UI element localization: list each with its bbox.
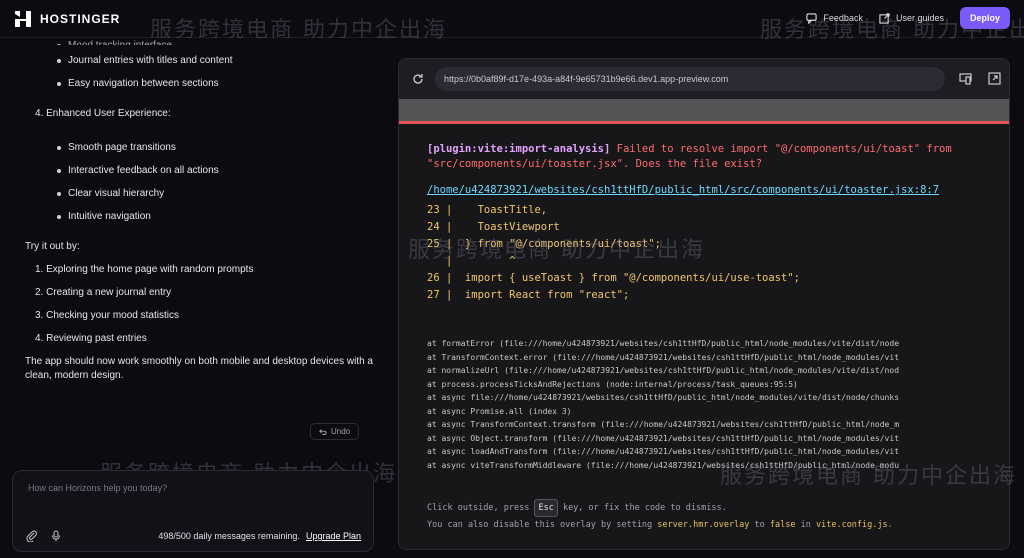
tip-text: Click outside, press xyxy=(427,503,535,513)
error-plugin: [plugin:vite:import-analysis] xyxy=(427,143,611,155)
chat-bubble-icon xyxy=(806,12,818,24)
list-item: Clear visual hierarchy xyxy=(25,187,375,201)
user-guides-label: User guides xyxy=(895,13,944,23)
tip-text: . xyxy=(887,520,893,530)
list-item: Smooth page transitions xyxy=(25,141,375,155)
code-token: server.hmr.overlay xyxy=(657,520,750,530)
deploy-button[interactable]: Deploy xyxy=(959,7,1010,29)
code-token: vite.config.js xyxy=(815,520,888,530)
stack-line: at async TransformContext.transform (fil… xyxy=(427,420,900,429)
microphone-button[interactable] xyxy=(49,529,63,543)
error-tip: Click outside, press Esc key, or fix the… xyxy=(427,499,893,533)
undo-button[interactable]: Undo xyxy=(310,423,360,440)
microphone-icon xyxy=(51,530,61,541)
open-new-window-icon[interactable] xyxy=(988,72,1001,85)
cut-off-line: Mood tracking interface xyxy=(25,39,375,45)
stack-line: at async loadAndTransform (file:///home/… xyxy=(427,447,900,456)
chat-panel: Mood tracking interface Journal entries … xyxy=(0,38,395,558)
stack-line: at formatError (file:///home/u424873921/… xyxy=(427,339,900,348)
prompt-input-placeholder: How can Horizons help you today? xyxy=(28,483,168,493)
section-heading: 4. Enhanced User Experience: xyxy=(35,108,171,119)
preview-url-field[interactable]: https://0b0af89f-d17e-493a-a84f-9e65731b… xyxy=(435,67,945,91)
error-file-link[interactable]: /home/u424873921/websites/csh1ttHfD/publ… xyxy=(427,184,939,196)
stack-line: at normalizeUrl (file:///home/u424873921… xyxy=(427,366,900,375)
code-line: 26 | import { useToast } from "@/compone… xyxy=(427,272,800,284)
tip-text: to xyxy=(749,520,770,530)
closing-text: The app should now work smoothly on both… xyxy=(25,356,373,381)
tip-text: in xyxy=(795,520,816,530)
stack-line: at async Object.transform (file:///home/… xyxy=(427,433,900,443)
undo-label: Undo xyxy=(331,427,351,436)
attach-button[interactable] xyxy=(25,529,39,543)
hostinger-logo-icon xyxy=(15,11,31,27)
feedback-link[interactable]: Feedback xyxy=(806,12,863,24)
list-item: Interactive feedback on all actions xyxy=(25,164,375,178)
upgrade-plan-link[interactable]: Upgrade Plan xyxy=(306,531,361,541)
tip-line-2: You can also disable this overlay by set… xyxy=(427,517,893,533)
code-line: 27 | import React from "react"; xyxy=(427,289,630,301)
watermark-text-4: 服务跨境电商 助力中企出海 xyxy=(408,238,705,263)
brand-logo[interactable]: HOSTINGER xyxy=(14,10,120,28)
list-item: Journal entries with titles and content xyxy=(25,54,375,68)
tip-line-1: Click outside, press Esc key, or fix the… xyxy=(427,499,893,517)
feedback-label: Feedback xyxy=(823,13,863,23)
error-stack-trace: at formatError (file:///home/u424873921/… xyxy=(427,337,899,472)
list-item: 3. Checking your mood statistics xyxy=(35,310,179,321)
preview-url-bar: https://0b0af89f-d17e-493a-a84f-9e65731b… xyxy=(399,59,1009,99)
device-toggle-icon[interactable] xyxy=(959,72,972,85)
undo-icon xyxy=(319,428,327,435)
external-link-icon xyxy=(879,12,890,24)
page-header-strip xyxy=(399,99,1009,121)
list-item: 1. Exploring the home page with random p… xyxy=(35,264,254,275)
error-message-2: "src/components/ui/toaster.jsx". Does th… xyxy=(427,158,763,170)
messages-remaining: 498/500 daily messages remaining. xyxy=(158,531,300,541)
watermark-text-5: 服务跨境电商 助力中企出海 xyxy=(720,464,1017,489)
code-token: false xyxy=(769,520,796,530)
error-title: [plugin:vite:import-analysis] Failed to … xyxy=(427,142,952,172)
top-bar: HOSTINGER 服务跨境电商 助力中企出海 服务跨境电商 助力中企出海 Fe… xyxy=(0,0,1024,43)
tip-text: You can also disable this overlay by set… xyxy=(427,520,658,530)
list-item: 4. Reviewing past entries xyxy=(35,333,147,344)
prompt-input-box[interactable]: How can Horizons help you today? 498/500… xyxy=(12,470,374,552)
error-message-1: Failed to resolve import "@/components/u… xyxy=(610,143,952,155)
tip-text: key, or fix the code to dismiss. xyxy=(557,503,727,513)
code-line: 23 | ToastTitle, xyxy=(427,204,548,216)
user-guides-link[interactable]: User guides xyxy=(879,12,944,24)
stack-line: at async Promise.all (index 3) xyxy=(427,406,572,416)
reload-icon[interactable] xyxy=(411,72,425,86)
input-toolbar: 498/500 daily messages remaining. Upgrad… xyxy=(25,529,361,543)
try-label: Try it out by: xyxy=(25,241,80,252)
esc-key: Esc xyxy=(534,499,558,517)
top-actions: Feedback User guides Deploy xyxy=(806,7,1010,29)
list-item: 2. Creating a new journal entry xyxy=(35,287,172,298)
list-item: Intuitive navigation xyxy=(25,210,375,224)
paperclip-icon xyxy=(26,530,38,542)
list-item: Easy navigation between sections xyxy=(25,77,375,91)
stack-line: at TransformContext.error (file:///home/… xyxy=(427,352,900,362)
stack-line: at process.processTicksAndRejections (no… xyxy=(427,379,798,389)
brand-name: HOSTINGER xyxy=(40,12,121,26)
stack-line: at async file:///home/u424873921/website… xyxy=(427,393,900,402)
assistant-message: Mood tracking interface Journal entries … xyxy=(25,40,375,392)
